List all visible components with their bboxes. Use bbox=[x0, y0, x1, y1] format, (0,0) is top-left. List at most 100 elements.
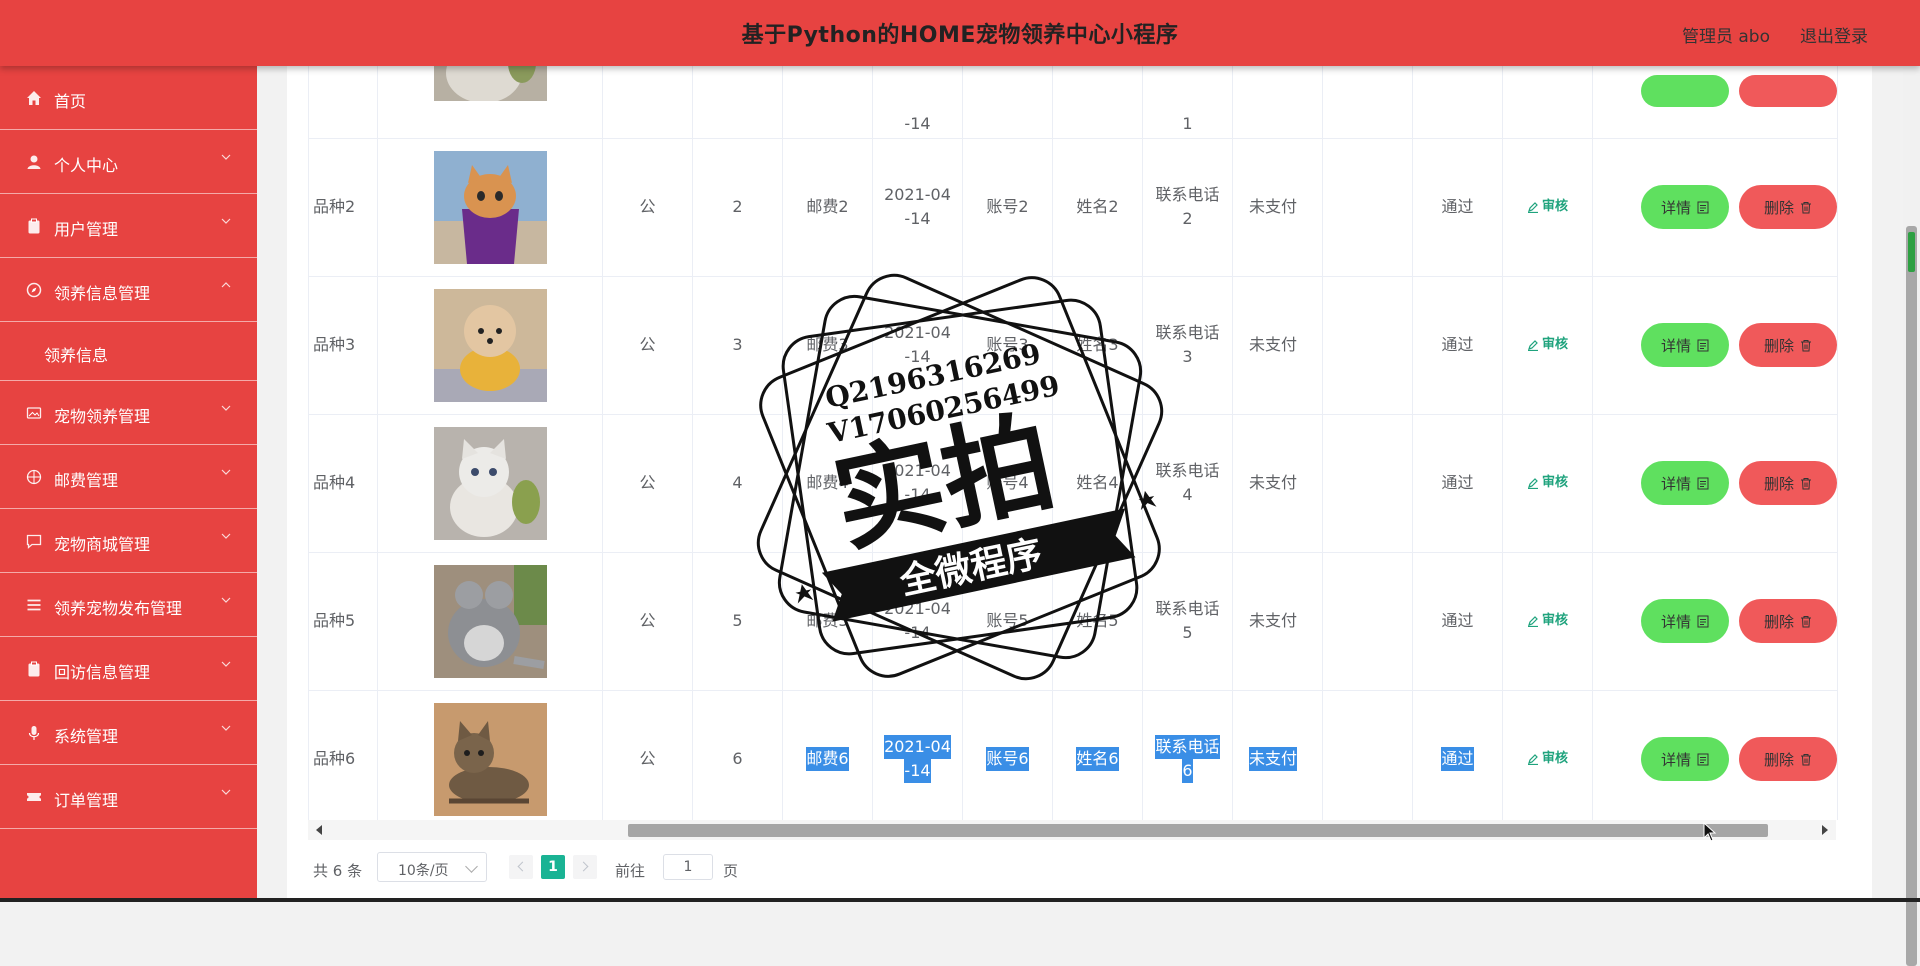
detail-button[interactable] bbox=[1641, 75, 1729, 107]
pet-image bbox=[433, 150, 547, 264]
total-count: 共 6 条 bbox=[313, 862, 363, 880]
account-cell: 账号6 bbox=[963, 690, 1053, 820]
document-icon bbox=[1697, 753, 1709, 765]
sidebar-subitem-adoption-info[interactable]: 领养信息 bbox=[0, 322, 257, 381]
sidebar-item-adoption-info[interactable]: 领养信息管理 bbox=[0, 258, 257, 322]
document-icon bbox=[1697, 339, 1709, 351]
detail-button[interactable]: 详情 bbox=[1641, 323, 1729, 367]
prev-page-button[interactable] bbox=[509, 855, 533, 879]
pet-image bbox=[433, 288, 547, 402]
vertical-scroll-thumb[interactable] bbox=[1906, 226, 1917, 966]
sidebar-item-postage[interactable]: 邮费管理 bbox=[0, 445, 257, 509]
fee-cell: 邮费4 bbox=[783, 414, 873, 552]
breed-cell: 品种3 bbox=[309, 276, 378, 414]
chevron-down-icon bbox=[221, 789, 231, 795]
scroll-left-arrow[interactable] bbox=[316, 825, 322, 835]
target-icon bbox=[26, 469, 42, 485]
date-cell: 2021-04 -14 bbox=[873, 414, 963, 552]
breed-cell: 品种5 bbox=[309, 552, 378, 690]
page-number-current[interactable]: 1 bbox=[541, 855, 565, 879]
gender-cell: 公 bbox=[603, 276, 693, 414]
edit-icon bbox=[1527, 478, 1538, 489]
pet-image bbox=[433, 702, 547, 816]
chevron-down-icon bbox=[465, 860, 478, 873]
sidebar-item-users[interactable]: 用户管理 bbox=[0, 194, 257, 258]
chevron-down-icon bbox=[221, 661, 231, 667]
sidebar-item-pet-mall[interactable]: 宠物商城管理 bbox=[0, 509, 257, 573]
edit-icon bbox=[1527, 616, 1538, 627]
trash-icon bbox=[1801, 339, 1811, 351]
delete-button[interactable]: 删除 bbox=[1739, 185, 1837, 229]
chat-icon bbox=[26, 534, 42, 549]
status-cell: 通过 bbox=[1413, 414, 1503, 552]
sidebar-item-label: 订单管理 bbox=[54, 791, 119, 810]
delete-button[interactable]: 删除 bbox=[1739, 737, 1837, 781]
sidebar-item-followup[interactable]: 回访信息管理 bbox=[0, 637, 257, 701]
sidebar-item-pet-adoption[interactable]: 宠物领养管理 bbox=[0, 381, 257, 445]
next-page-button[interactable] bbox=[573, 855, 597, 879]
sidebar-item-system[interactable]: 系统管理 bbox=[0, 701, 257, 765]
audit-link[interactable]: 审核 bbox=[1527, 333, 1568, 357]
chevron-down-icon bbox=[221, 469, 231, 475]
name-cell: 姓名4 bbox=[1053, 414, 1143, 552]
delete-button[interactable]: 删除 bbox=[1739, 599, 1837, 643]
phone-cell: 联系电话 6 bbox=[1143, 690, 1233, 820]
gender-cell: 公 bbox=[603, 138, 693, 276]
table-row: 品种4 公 4 邮费4 2021-04 -14 账号4 姓名4 联系电话 4 未支付… bbox=[309, 414, 1837, 553]
audit-link[interactable]: 审核 bbox=[1527, 471, 1568, 495]
chevron-down-icon bbox=[221, 533, 231, 539]
trash-icon bbox=[1801, 477, 1811, 489]
account-cell: 账号2 bbox=[963, 138, 1053, 276]
vertical-scrollbar[interactable] bbox=[1903, 66, 1920, 966]
delete-button[interactable]: 删除 bbox=[1739, 461, 1837, 505]
delete-button[interactable] bbox=[1739, 75, 1837, 107]
scroll-grip bbox=[1908, 232, 1915, 272]
audit-link[interactable]: 审核 bbox=[1527, 747, 1568, 771]
trash-icon bbox=[1801, 615, 1811, 627]
sidebar-item-pet-publish[interactable]: 领养宠物发布管理 bbox=[0, 573, 257, 637]
payment-cell: 未支付 bbox=[1233, 276, 1323, 414]
compass-icon bbox=[26, 282, 42, 298]
status-cell: 通过 bbox=[1413, 276, 1503, 414]
edit-icon bbox=[1527, 202, 1538, 213]
sidebar-item-profile[interactable]: 个人中心 bbox=[0, 130, 257, 194]
date-cell: -14 bbox=[873, 66, 963, 138]
detail-button[interactable]: 详情 bbox=[1641, 737, 1729, 781]
sidebar-item-label: 领养宠物发布管理 bbox=[54, 599, 183, 618]
table-row: 品种5 公 5 邮费5 2021-04 -14 账号5 姓名5 联系电话 5 未支付… bbox=[309, 552, 1837, 691]
breed-cell: 品种2 bbox=[309, 138, 378, 276]
sidebar-item-label: 回访信息管理 bbox=[54, 663, 151, 682]
date-cell: 2021-04 -14 bbox=[873, 138, 963, 276]
detail-button[interactable]: 详情 bbox=[1641, 185, 1729, 229]
edit-icon bbox=[1527, 340, 1538, 351]
sidebar-item-orders[interactable]: 订单管理 bbox=[0, 765, 257, 829]
sidebar-item-home[interactable]: 首页 bbox=[0, 66, 257, 130]
chevron-down-icon bbox=[221, 218, 231, 224]
gender-cell: 公 bbox=[603, 552, 693, 690]
gender-cell: 公 bbox=[603, 690, 693, 820]
edit-icon bbox=[1527, 754, 1538, 765]
horizontal-scrollbar[interactable] bbox=[308, 820, 1836, 840]
date-cell: 2021-04 -14 bbox=[873, 552, 963, 690]
user-icon bbox=[27, 155, 41, 169]
page-size-select[interactable]: 10条/页 bbox=[377, 852, 487, 882]
scroll-right-arrow[interactable] bbox=[1822, 825, 1828, 835]
audit-link[interactable]: 审核 bbox=[1527, 195, 1568, 219]
detail-button[interactable]: 详情 bbox=[1641, 599, 1729, 643]
payment-cell: 未支付 bbox=[1233, 138, 1323, 276]
table-row: 品种6 公 6 邮费6 2021-04 -14 账号6 姓名6 联系电话 6 未支付… bbox=[309, 690, 1837, 820]
table-row: 品种3 公 3 邮费3 2021-04 -14 账号3 姓名3 联系电话 3 未支付… bbox=[309, 276, 1837, 415]
chevron-down-icon bbox=[221, 154, 231, 160]
detail-button[interactable]: 详情 bbox=[1641, 461, 1729, 505]
goto-page-input[interactable] bbox=[663, 854, 713, 880]
horizontal-scroll-thumb[interactable] bbox=[628, 824, 1768, 837]
table-row: 品种2 公 2 邮费2 2021-04 -14 账号2 姓名2 联系电话 2 未支付… bbox=[309, 138, 1837, 277]
audit-link[interactable]: 审核 bbox=[1527, 609, 1568, 633]
chevron-up-icon bbox=[221, 282, 231, 288]
breed-cell: 品种4 bbox=[309, 414, 378, 552]
logout-link[interactable]: 退出登录 bbox=[1800, 22, 1868, 47]
delete-button[interactable]: 删除 bbox=[1739, 323, 1837, 367]
table-row: -14 1 bbox=[309, 66, 1837, 139]
document-icon bbox=[1697, 201, 1709, 213]
app-title: 基于Python的HOME宠物领养中心小程序 bbox=[741, 23, 1179, 48]
